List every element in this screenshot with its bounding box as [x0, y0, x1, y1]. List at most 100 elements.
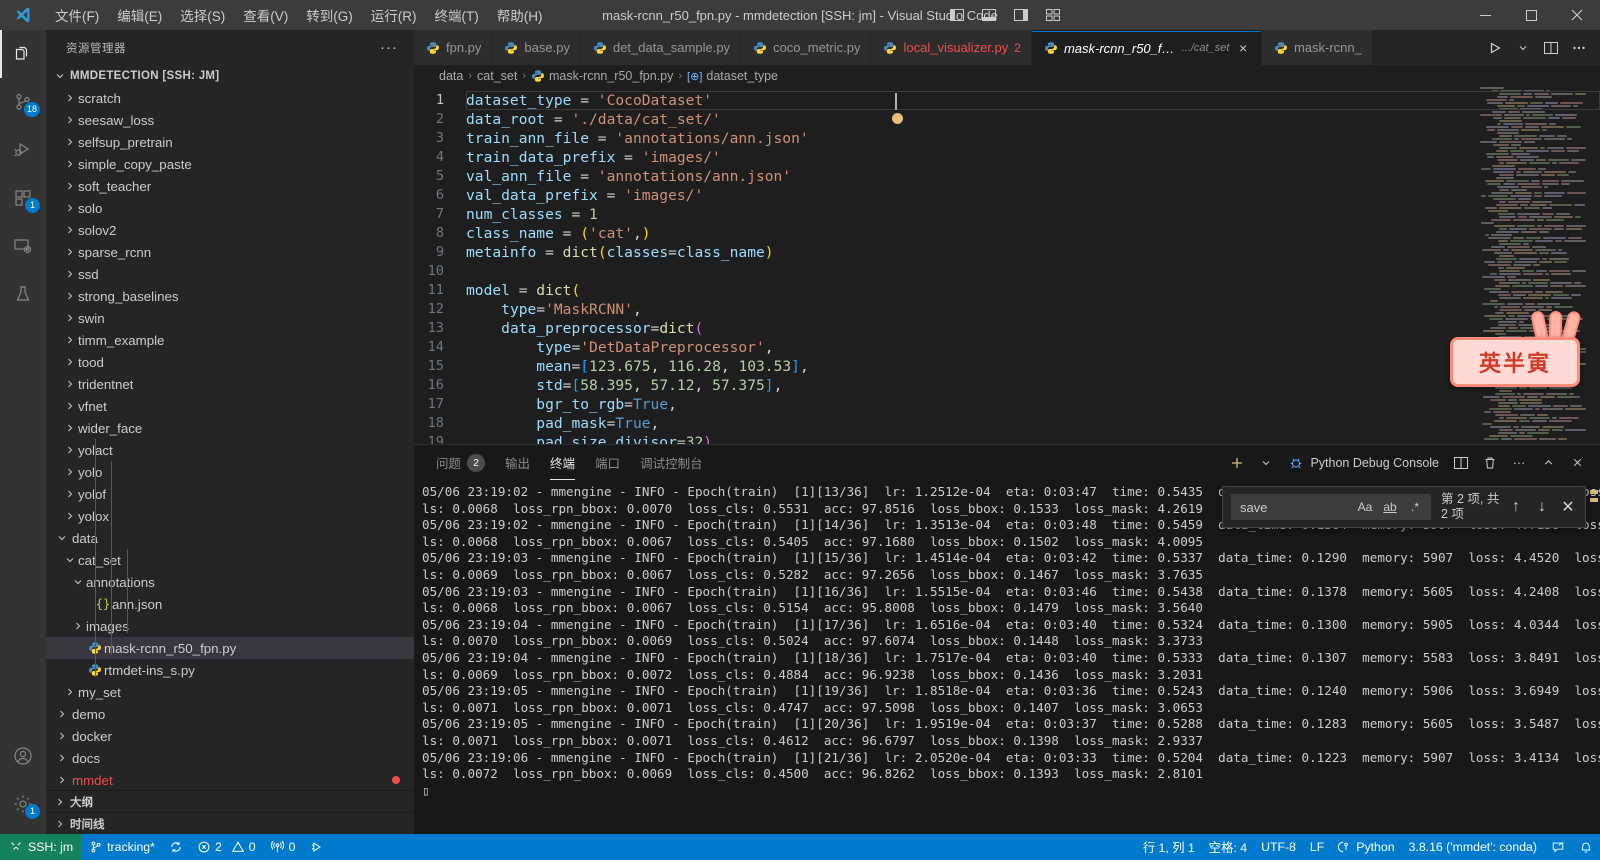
chevron-down-icon[interactable]	[70, 576, 86, 588]
activity-extensions[interactable]: 1	[0, 174, 46, 222]
code-editor[interactable]: 1dataset_type = 'CocoDataset'2data_root …	[414, 87, 1600, 444]
close-panel-icon[interactable]	[1564, 450, 1590, 476]
panel-more-actions-icon[interactable]: ···	[1506, 450, 1532, 476]
chevron-down-icon[interactable]	[54, 532, 70, 544]
workspace-root-row[interactable]: MMDETECTION [SSH: JM]	[46, 65, 414, 87]
tree-item-docs[interactable]: docs	[46, 747, 414, 769]
status-remote-indicator[interactable]: SSH: jm	[0, 834, 82, 860]
tab-close-icon[interactable]: ×	[1235, 39, 1251, 57]
chevron-right-icon[interactable]	[54, 752, 70, 764]
find-input[interactable]: save Aa ab .*	[1231, 494, 1431, 520]
chevron-right-icon[interactable]	[62, 202, 78, 214]
chevron-right-icon[interactable]	[62, 422, 78, 434]
breadcrumb-item-2[interactable]: mask-rcnn_r50_fpn.py	[531, 69, 673, 83]
editor-tab-local_visualizer.py[interactable]: local_visualizer.py2	[871, 30, 1031, 65]
tree-item-tood[interactable]: tood	[46, 351, 414, 373]
chevron-right-icon[interactable]	[62, 136, 78, 148]
menu-item-6[interactable]: 终端(T)	[426, 1, 488, 29]
chevron-right-icon[interactable]	[54, 730, 70, 742]
tree-item-yolox[interactable]: yolox	[46, 505, 414, 527]
terminal-view[interactable]: 05/06 23:19:02 - mmengine - INFO - Epoch…	[414, 480, 1600, 834]
tree-item-strong_baselines[interactable]: strong_baselines	[46, 285, 414, 307]
status-indentation[interactable]: 空格: 4	[1202, 834, 1254, 860]
chevron-right-icon[interactable]	[54, 774, 70, 786]
new-terminal-icon[interactable]	[1224, 450, 1250, 476]
activity-remote-explorer[interactable]	[0, 222, 46, 270]
customize-layout-icon[interactable]	[1038, 2, 1068, 28]
menu-item-4[interactable]: 转到(G)	[297, 1, 362, 29]
tree-item-docker[interactable]: docker	[46, 725, 414, 747]
tree-item-annotations[interactable]: annotations	[46, 571, 414, 593]
tree-item-cat_set[interactable]: cat_set	[46, 549, 414, 571]
find-next-icon[interactable]: ↓	[1531, 496, 1553, 518]
timeline-section[interactable]: 时间线	[46, 812, 414, 834]
maximize-panel-icon[interactable]	[1535, 450, 1561, 476]
tree-item-vfnet[interactable]: vfnet	[46, 395, 414, 417]
chevron-right-icon[interactable]	[62, 400, 78, 412]
status-feedback[interactable]	[1544, 834, 1572, 860]
tree-item-data[interactable]: data	[46, 527, 414, 549]
chevron-right-icon[interactable]	[62, 224, 78, 236]
chevron-down-icon[interactable]	[1510, 35, 1536, 61]
status-run[interactable]	[302, 834, 331, 860]
chevron-right-icon[interactable]	[62, 488, 78, 500]
menu-item-1[interactable]: 编辑(E)	[108, 1, 171, 29]
chevron-right-icon[interactable]	[62, 444, 78, 456]
split-terminal-icon[interactable]	[1448, 450, 1474, 476]
menu-item-5[interactable]: 运行(R)	[362, 1, 426, 29]
toggle-secondary-sidebar-icon[interactable]	[1006, 2, 1036, 28]
chevron-right-icon[interactable]	[62, 114, 78, 126]
run-python-file-icon[interactable]	[1482, 35, 1508, 61]
tree-item-scratch[interactable]: scratch	[46, 87, 414, 109]
tree-item-mask-rcnn_r50_fpn.py[interactable]: mask-rcnn_r50_fpn.py	[46, 637, 414, 659]
close-button[interactable]	[1554, 0, 1600, 30]
editor-tab-mask-rcnn_r50_fpn.py[interactable]: mask-rcnn_r50_fpn.py.../cat_set×	[1032, 30, 1262, 65]
tree-item-tridentnet[interactable]: tridentnet	[46, 373, 414, 395]
tree-item-demo[interactable]: demo	[46, 703, 414, 725]
terminal-scrollbar[interactable]	[1586, 480, 1600, 834]
activity-accounts[interactable]	[0, 732, 46, 780]
tree-item-yolact[interactable]: yolact	[46, 439, 414, 461]
status-cursor-position[interactable]: 行 1, 列 1	[1136, 834, 1202, 860]
status-radio-tower[interactable]: 0	[263, 834, 303, 860]
editor-tab-det_data_sample.py[interactable]: det_data_sample.py	[581, 30, 741, 65]
tree-item-my_set[interactable]: my_set	[46, 681, 414, 703]
editor-tab-coco_metric.py[interactable]: coco_metric.py	[741, 30, 871, 65]
editor-more-actions-icon[interactable]	[1566, 35, 1592, 61]
tree-item-timm_example[interactable]: timm_example	[46, 329, 414, 351]
editor-tab-mask-rcnn_[interactable]: mask-rcnn_	[1262, 30, 1373, 65]
chevron-right-icon[interactable]	[62, 378, 78, 390]
maximize-button[interactable]	[1508, 0, 1554, 30]
breadcrumb-item-0[interactable]: data	[439, 69, 463, 83]
chevron-right-icon[interactable]	[62, 158, 78, 170]
status-eol[interactable]: LF	[1303, 834, 1331, 860]
tree-item-ann.json[interactable]: {}ann.json	[46, 593, 414, 615]
tree-item-wider_face[interactable]: wider_face	[46, 417, 414, 439]
status-problems[interactable]: 2 0	[190, 834, 263, 860]
chevron-right-icon[interactable]	[62, 268, 78, 280]
file-tree[interactable]: scratchseesaw_lossselfsup_pretrainsimple…	[46, 87, 414, 790]
panel-tab-4[interactable]: 调试控制台	[630, 445, 713, 480]
editor-tab-base.py[interactable]: base.py	[492, 30, 581, 65]
activity-source-control[interactable]: 18	[0, 78, 46, 126]
status-python-interpreter[interactable]: 3.8.16 ('mmdet': conda)	[1402, 834, 1544, 860]
menu-item-3[interactable]: 查看(V)	[234, 1, 297, 29]
terminal-shell-selector[interactable]: Python Debug Console	[1282, 450, 1445, 476]
activity-run-and-debug[interactable]	[0, 126, 46, 174]
chevron-right-icon[interactable]	[62, 92, 78, 104]
menu-item-7[interactable]: 帮助(H)	[488, 1, 552, 29]
panel-tab-1[interactable]: 输出	[495, 445, 540, 480]
activity-explorer[interactable]	[0, 30, 46, 78]
explorer-more-icon[interactable]: ···	[380, 39, 406, 56]
chevron-right-icon[interactable]	[62, 510, 78, 522]
tree-item-soft_teacher[interactable]: soft_teacher	[46, 175, 414, 197]
tree-item-seesaw_loss[interactable]: seesaw_loss	[46, 109, 414, 131]
breadcrumb-item-3[interactable]: [⊕]dataset_type	[687, 69, 778, 83]
chevron-right-icon[interactable]	[62, 290, 78, 302]
chevron-right-icon[interactable]	[62, 466, 78, 478]
tree-item-rtmdet-ins_s.py[interactable]: rtmdet-ins_s.py	[46, 659, 414, 681]
terminal-dropdown-icon[interactable]	[1253, 450, 1279, 476]
tree-item-sparse_rcnn[interactable]: sparse_rcnn	[46, 241, 414, 263]
tree-item-ssd[interactable]: ssd	[46, 263, 414, 285]
status-language-mode[interactable]: Python	[1331, 834, 1401, 860]
